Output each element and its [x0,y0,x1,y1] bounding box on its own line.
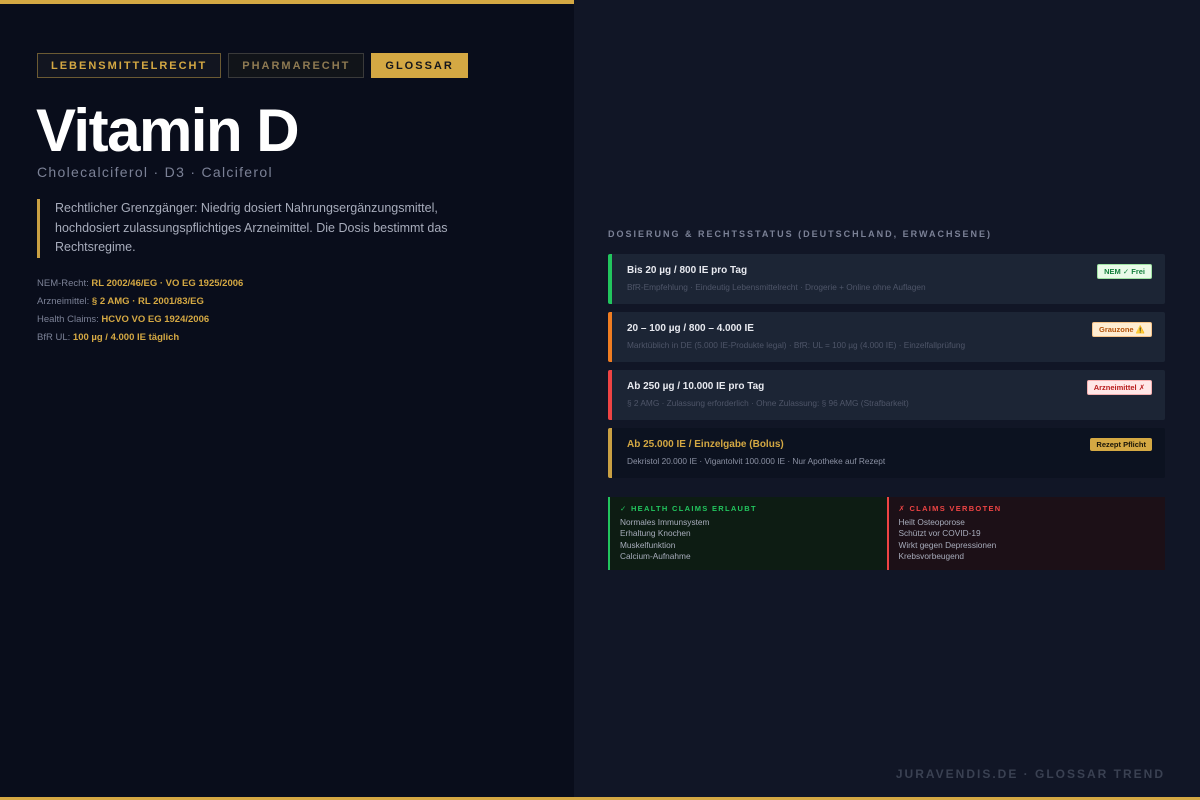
list-item: Calcium-Aufnahme [620,550,691,561]
dosage-card-description: Marktüblich in DE (5.000 IE-Produkte leg… [627,340,966,350]
dosage-card-nem: Bis 20 µg / 800 IE pro Tag BfR-Empfehlun… [608,254,1165,304]
reference-value: RL 2002/46/EG · VO EG 1925/2006 [91,278,244,289]
list-item: Normales Immunsystem [620,517,710,527]
legal-references: NEM-Recht: RL 2002/46/EG · VO EG 1925/20… [37,278,243,350]
list-item: Heilt Osteoporose [898,517,965,527]
reference-value: HCVO VO EG 1924/2006 [101,314,210,325]
tab-pharmarecht[interactable]: PHARMARECHT [228,53,365,78]
reference-row: Health Claims: HCVO VO EG 1924/2006 [37,314,243,332]
dosage-card-arzneimittel: Ab 250 µg / 10.000 IE pro Tag § 2 AMG · … [608,370,1165,420]
reference-row: Arzneimittel: § 2 AMG · RL 2001/83/EG [37,296,243,314]
list-item: Krebsvorbeugend [898,550,965,561]
status-badge: NEM ✓ Frei [1097,264,1152,279]
allowed-claims-box: ✓ HEALTH CLAIMS ERLAUBT Normales Immunsy… [608,497,887,570]
reference-row: BfR UL: 100 µg / 4.000 IE täglich [37,332,243,350]
list-item: Wirkt gegen Depressionen [898,539,997,550]
dosage-card-title: 20 – 100 µg / 800 – 4.000 IE [627,323,754,334]
list-item: Schützt vor COVID-19 [898,528,981,539]
forbidden-claims-box: ✗ CLAIMS VERBOTEN Heilt Osteoporose Schü… [886,497,1165,570]
top-accent-bar [0,0,574,4]
dosage-card-list: Bis 20 µg / 800 IE pro Tag BfR-Empfehlun… [608,254,1165,486]
dosage-card-grauzone: 20 – 100 µg / 800 – 4.000 IE Marktüblich… [608,312,1165,362]
status-badge: Grauzone ⚠️ [1091,322,1152,337]
reference-value: § 2 AMG · RL 2001/83/EG [91,296,204,307]
status-badge: Arzneimittel ✗ [1086,380,1152,395]
tab-glossar[interactable]: GLOSSAR [371,53,468,78]
dosage-section-heading: DOSIERUNG & RECHTSSTATUS (DEUTSCHLAND, E… [608,229,993,239]
dosage-card-title: Ab 25.000 IE / Einzelgabe (Bolus) [627,439,784,450]
list-item: Erhaltung Knochen [620,528,691,539]
category-tabs: LEBENSMITTELRECHT PHARMARECHT GLOSSAR [37,53,468,78]
footer-brand[interactable]: JURAVENDIS.DE · GLOSSAR TREND [896,767,1165,781]
reference-label: BfR UL: [37,332,73,343]
dosage-card-title: Ab 250 µg / 10.000 IE pro Tag [627,381,765,392]
reference-label: Arzneimittel: [37,296,92,307]
status-badge: Rezept Pflicht [1090,438,1152,451]
tab-lebensmittelrecht[interactable]: LEBENSMITTELRECHT [37,53,222,78]
reference-value: 100 µg / 4.000 IE täglich [72,332,180,343]
forbidden-claims-heading: ✗ CLAIMS VERBOTEN [898,504,1002,513]
list-item: Muskelfunktion [620,539,676,550]
reference-row: NEM-Recht: RL 2002/46/EG · VO EG 1925/20… [37,278,243,296]
page-subtitle: Cholecalciferol · D3 · Calciferol [37,164,273,180]
dosage-card-description: BfR-Empfehlung · Eindeutig Lebensmittelr… [627,282,926,292]
reference-label: NEM-Recht: [37,278,92,289]
reference-label: Health Claims: [37,314,102,325]
page-title: Vitamin D [36,97,300,164]
allowed-claims-heading: ✓ HEALTH CLAIMS ERLAUBT [620,504,757,513]
dosage-card-rezept: Ab 25.000 IE / Einzelgabe (Bolus) Dekris… [608,428,1165,478]
dosage-card-description: Dekristol 20.000 IE · Vigantolvit 100.00… [627,456,886,466]
claims-comparison: ✓ HEALTH CLAIMS ERLAUBT Normales Immunsy… [608,497,1165,570]
dosage-card-title: Bis 20 µg / 800 IE pro Tag [627,265,748,276]
summary-quote: Rechtlicher Grenzgänger: Niedrig dosiert… [37,199,457,258]
dosage-card-description: § 2 AMG · Zulassung erforderlich · Ohne … [627,398,909,408]
